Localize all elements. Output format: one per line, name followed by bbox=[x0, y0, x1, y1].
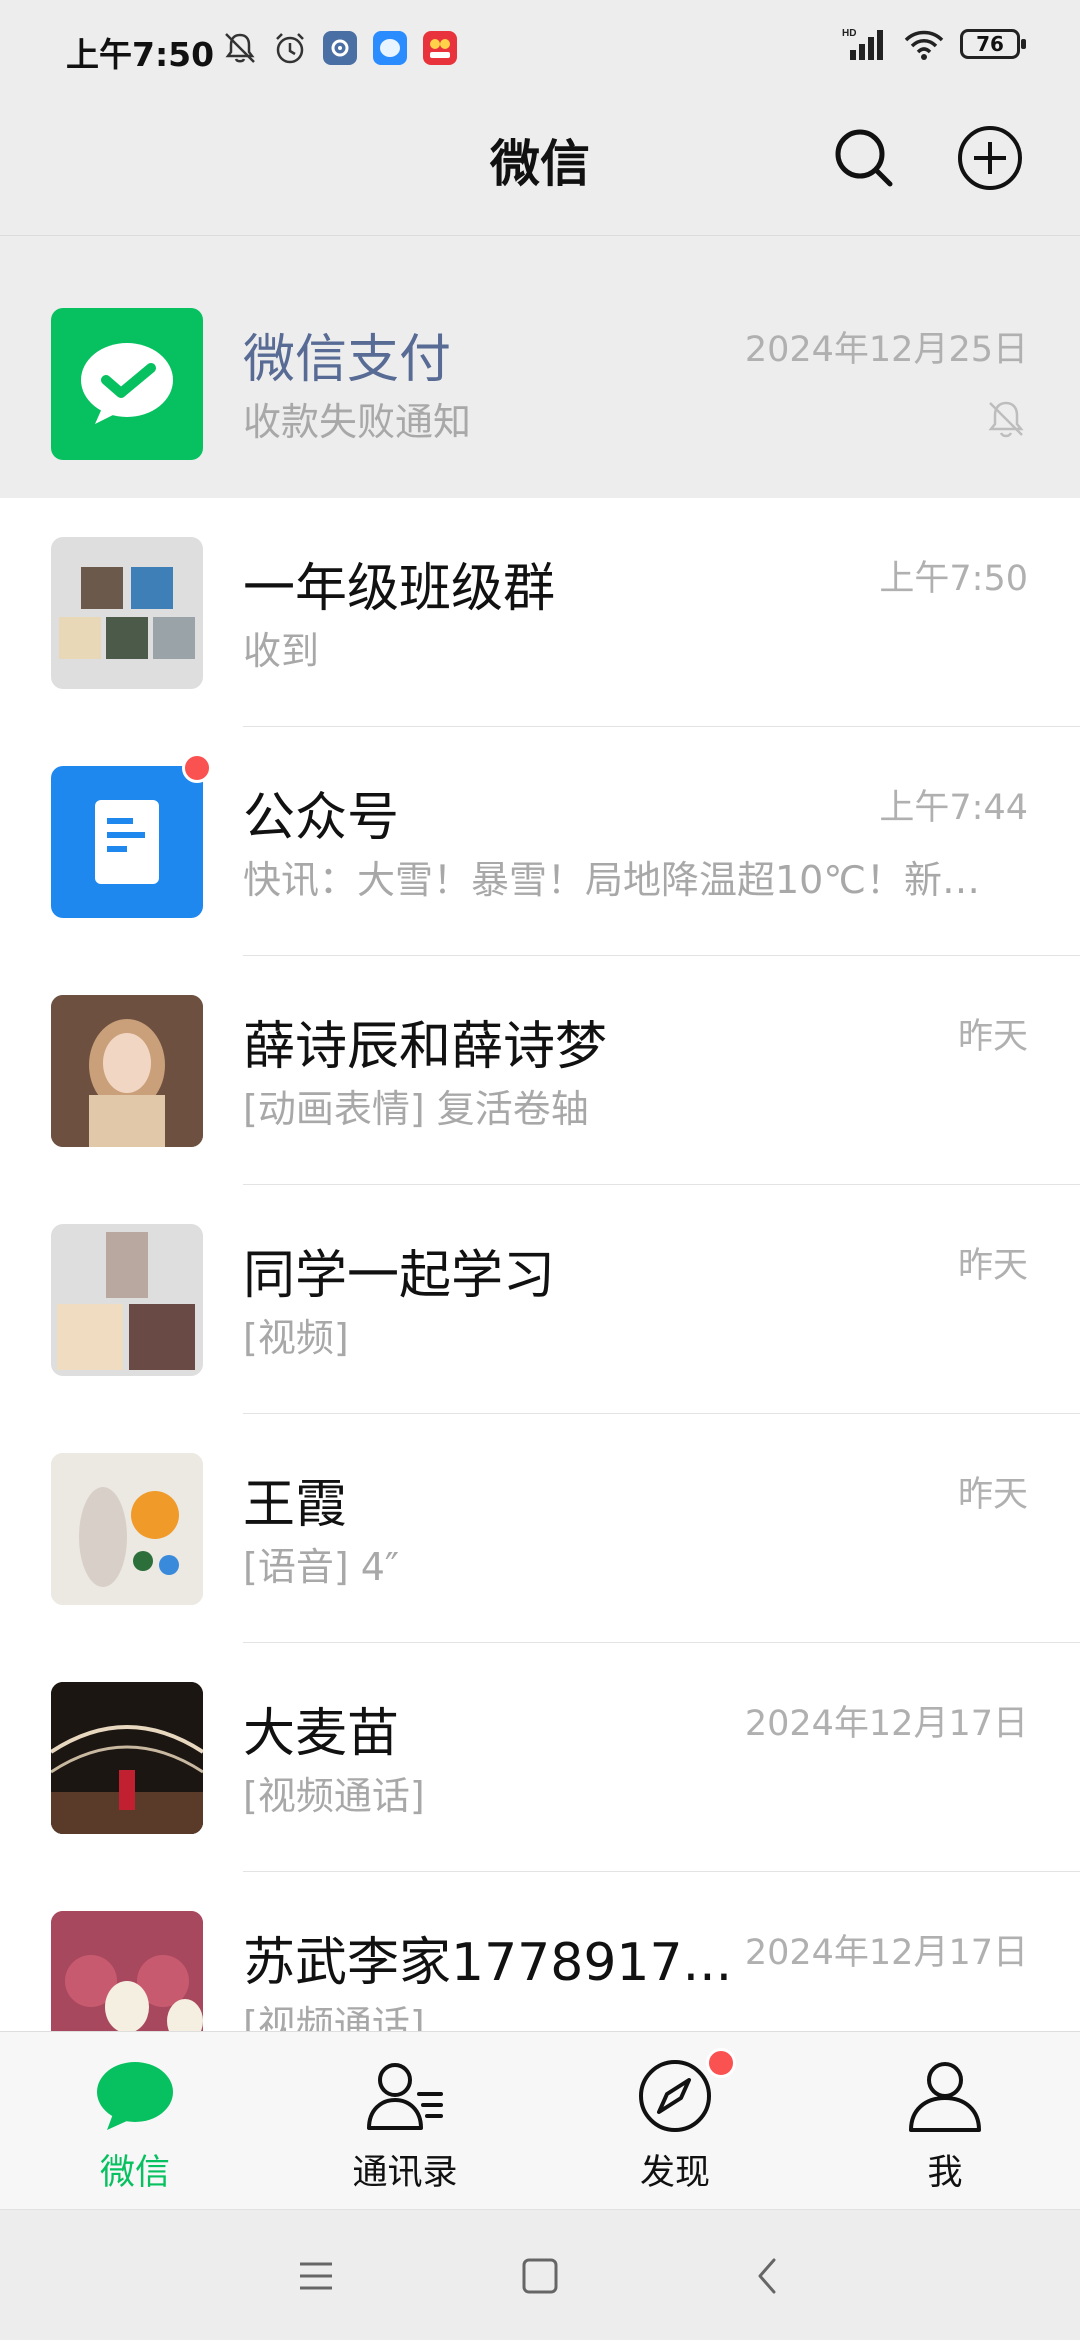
photo-avatar bbox=[51, 1911, 203, 2031]
tab-label: 微信 bbox=[99, 2153, 170, 2193]
group-avatar bbox=[51, 537, 203, 689]
tab-label: 通讯录 bbox=[352, 2153, 458, 2193]
mute-icon bbox=[988, 401, 1024, 438]
svg-text:HD: HD bbox=[842, 28, 856, 39]
chat-preview: 收到 bbox=[243, 629, 320, 673]
chat-preview: [语音] 4″ bbox=[243, 1545, 400, 1589]
home-icon[interactable] bbox=[514, 2250, 566, 2302]
person-icon bbox=[909, 2062, 981, 2132]
chat-item-study-group[interactable]: 同学一起学习 [视频] 昨天 bbox=[0, 1185, 1080, 1414]
video-app-icon bbox=[423, 31, 457, 65]
tab-chats[interactable]: 微信 bbox=[0, 2032, 270, 2210]
discover-badge-dot bbox=[706, 2048, 736, 2078]
signal-icon: HD bbox=[842, 28, 883, 60]
status-bar: 上午7:50 HD 76 bbox=[0, 0, 1080, 100]
chat-preview: [视频通话] bbox=[243, 2003, 425, 2031]
chat-item-official-accounts[interactable]: 公众号 快讯：大雪！暴雪！局地降温超10℃！新疆北部... 上午7:44 bbox=[0, 727, 1080, 956]
messages-app-icon bbox=[373, 31, 407, 65]
chat-name: 苏武李家1778917... bbox=[243, 1933, 733, 1993]
settings-app-icon bbox=[323, 31, 357, 65]
list-top-divider bbox=[0, 235, 1080, 270]
group-avatar bbox=[51, 1224, 203, 1376]
alarm-icon bbox=[276, 33, 304, 64]
tab-contacts[interactable]: 通讯录 bbox=[270, 2032, 540, 2210]
tab-me[interactable]: 我 bbox=[810, 2032, 1080, 2210]
wifi-icon bbox=[904, 30, 944, 60]
chat-item-wechat-pay[interactable]: 微信支付 收款失败通知 2024年12月25日 bbox=[0, 269, 1080, 498]
chat-name: 公众号 bbox=[243, 788, 400, 848]
chat-name: 王霞 bbox=[243, 1475, 348, 1535]
mute-bell-icon bbox=[225, 33, 255, 63]
chat-preview: 快讯：大雪！暴雪！局地降温超10℃！新疆北部... bbox=[243, 858, 983, 902]
chat-preview: [动画表情] 复活卷轴 bbox=[243, 1087, 589, 1131]
official-accounts-icon bbox=[51, 766, 203, 918]
wechat-pay-icon bbox=[51, 308, 203, 460]
chat-time: 昨天 bbox=[957, 1017, 1028, 1057]
tab-label: 我 bbox=[927, 2153, 963, 2193]
chat-bubble-icon bbox=[97, 2062, 173, 2130]
tab-label: 发现 bbox=[639, 2153, 710, 2193]
chat-list[interactable]: 微信支付 收款失败通知 2024年12月25日 一年级班级群 收到 上午7:50… bbox=[0, 269, 1080, 2031]
photo-avatar bbox=[51, 1682, 203, 1834]
bottom-tab-bar: 微信 通讯录 发现 我 bbox=[0, 2031, 1080, 2210]
page-title: 微信 bbox=[490, 135, 590, 193]
photo-avatar bbox=[51, 1453, 203, 1605]
chat-name: 同学一起学习 bbox=[243, 1246, 556, 1306]
chat-time: 2024年12月25日 bbox=[744, 330, 1028, 370]
contacts-icon bbox=[367, 2063, 443, 2130]
chat-item-wang-xia[interactable]: 王霞 [语音] 4″ 昨天 bbox=[0, 1414, 1080, 1643]
chat-name: 微信支付 bbox=[243, 330, 452, 390]
chat-item-xue-sisters[interactable]: 薛诗辰和薛诗梦 [动画表情] 复活卷轴 昨天 bbox=[0, 956, 1080, 1185]
chat-time: 2024年12月17日 bbox=[744, 1704, 1028, 1744]
wechat-screen: 上午7:50 HD 76 微信 微信支付 收款失败通知 2024年12月25日 … bbox=[0, 0, 1080, 2340]
chat-name: 大麦苗 bbox=[243, 1704, 400, 1764]
chat-time: 昨天 bbox=[957, 1475, 1028, 1515]
back-icon[interactable] bbox=[742, 2250, 794, 2302]
chat-preview: [视频通话] bbox=[243, 1774, 425, 1818]
chat-time: 上午7:44 bbox=[879, 788, 1028, 828]
chat-preview: [视频] bbox=[243, 1316, 349, 1360]
chat-time: 2024年12月17日 bbox=[744, 1933, 1028, 1973]
system-navigation-bar bbox=[0, 2209, 1080, 2340]
chat-name: 一年级班级群 bbox=[243, 559, 556, 619]
menu-icon[interactable] bbox=[290, 2250, 342, 2302]
status-right: HD 76 bbox=[842, 26, 1026, 62]
title-bar: 微信 bbox=[0, 100, 1080, 235]
chat-time: 上午7:50 bbox=[879, 559, 1028, 599]
photo-avatar bbox=[51, 995, 203, 1147]
chat-name: 薛诗辰和薛诗梦 bbox=[243, 1017, 608, 1077]
battery-indicator: 76 bbox=[960, 29, 1026, 59]
chat-item-suwu-li[interactable]: 苏武李家1778917... [视频通话] 2024年12月17日 bbox=[0, 1872, 1080, 2031]
unread-dot bbox=[182, 753, 212, 783]
chat-preview: 收款失败通知 bbox=[243, 400, 472, 444]
chat-time: 昨天 bbox=[957, 1246, 1028, 1286]
status-time: 上午7:50 bbox=[66, 35, 215, 74]
add-icon[interactable] bbox=[954, 122, 1026, 194]
chat-item-damaimiao[interactable]: 大麦苗 [视频通话] 2024年12月17日 bbox=[0, 1643, 1080, 1872]
tab-discover[interactable]: 发现 bbox=[540, 2032, 810, 2210]
compass-icon bbox=[639, 2060, 711, 2132]
chat-item-class-group[interactable]: 一年级班级群 收到 上午7:50 bbox=[0, 498, 1080, 727]
search-icon[interactable] bbox=[828, 122, 900, 194]
